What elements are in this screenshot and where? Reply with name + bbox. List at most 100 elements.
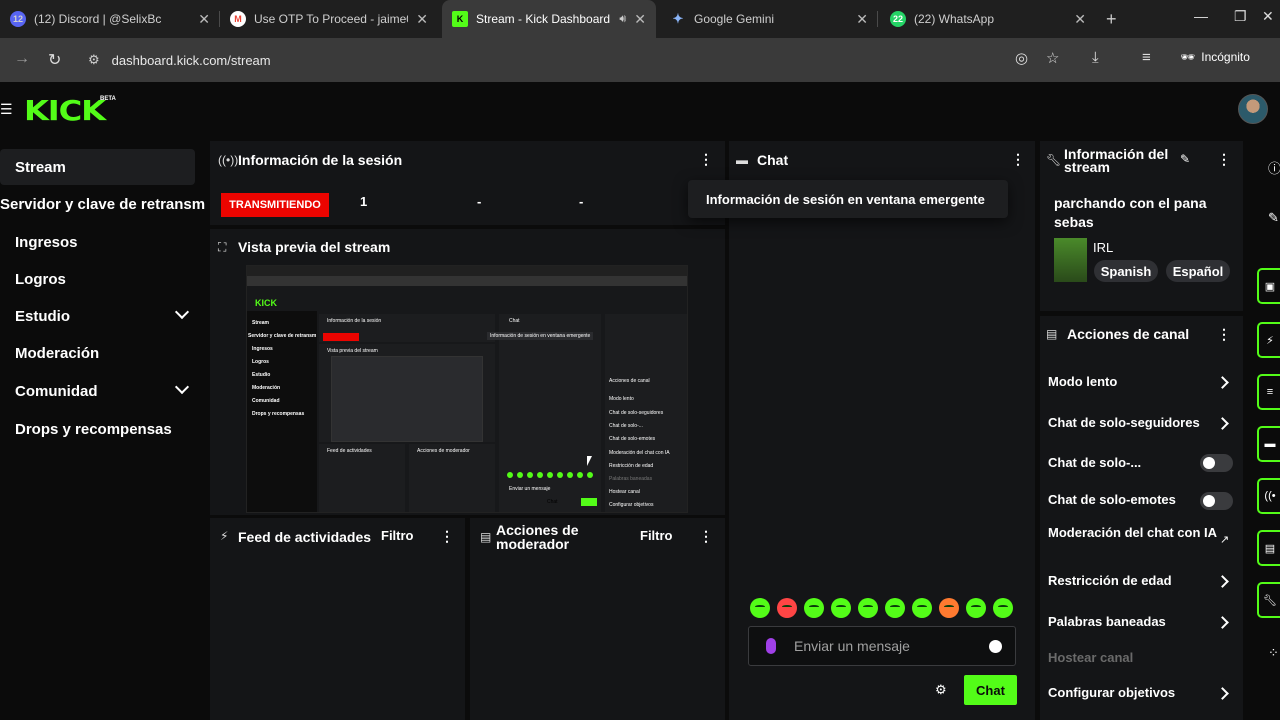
rail-list-icon[interactable]: ≡ [1257, 374, 1280, 410]
sidebar-item-stream[interactable]: Stream [0, 149, 195, 185]
stream-info-menu-icon[interactable]: ⋮ [1217, 151, 1231, 168]
emote-icon[interactable] [831, 598, 851, 618]
external-link-icon[interactable]: ↗ [1220, 533, 1229, 546]
session-menu-icon[interactable]: ⋮ [699, 151, 713, 168]
rail-lightning-icon[interactable]: ⚡︎ [1257, 322, 1280, 358]
close-tab-icon[interactable]: ✕ [1074, 11, 1086, 28]
emotes-only-toggle[interactable] [1200, 492, 1233, 510]
sidebar-item-logros[interactable]: Logros [0, 261, 195, 297]
emote-icon[interactable] [777, 598, 797, 618]
moderator-menu-icon[interactable]: ⋮ [699, 528, 713, 545]
sidebar-item-estudio[interactable]: Estudio [0, 298, 195, 334]
microphone-icon[interactable] [766, 638, 776, 654]
preview-action: Hostear canal [609, 489, 640, 495]
action-ai-moderation[interactable]: Moderación del chat con IA [1048, 526, 1218, 540]
preview-chat-input: Enviar un mensaje [509, 486, 551, 492]
category-name[interactable]: IRL [1093, 240, 1113, 255]
tag-pill[interactable]: Español [1166, 260, 1230, 282]
emote-icon[interactable] [966, 598, 986, 618]
stream-preview-video[interactable]: KICK Stream Servidor y clave de retransm… [246, 265, 688, 513]
preview-emote [587, 472, 593, 478]
action-followers-only[interactable]: Chat de solo-seguidores [1048, 416, 1238, 430]
media-queue-icon[interactable]: ≡ [1142, 49, 1151, 66]
channel-actions-menu-icon[interactable]: ⋮ [1217, 326, 1231, 343]
sidebar-item-ingresos[interactable]: Ingresos [0, 224, 195, 260]
activity-filter-button[interactable]: Filtro [381, 528, 414, 543]
close-tab-icon[interactable]: ✕ [856, 11, 868, 28]
tab-gmail[interactable]: M Use OTP To Proceed - jaime03 ✕ [220, 0, 438, 38]
tab-kick-dashboard[interactable]: K Stream - Kick Dashboard 🔊︎ ✕ [442, 0, 656, 38]
preview-icon: ⛶ [218, 240, 227, 254]
preview-video-title: Vista previa del stream [327, 348, 378, 354]
action-age-restriction[interactable]: Restricción de edad [1048, 574, 1238, 588]
sidebar: Stream Servidor y clave de retransm Ingr… [0, 138, 208, 720]
tab-gemini[interactable]: ✦ Google Gemini ✕ [660, 0, 878, 38]
site-info-icon[interactable]: ⚙ [88, 52, 100, 68]
sidebar-item-moderacion[interactable]: Moderación [0, 335, 195, 371]
eye-off-icon[interactable]: ◎ [1015, 49, 1028, 67]
close-tab-icon[interactable]: ✕ [198, 11, 210, 28]
reload-icon[interactable]: ↻ [48, 50, 61, 70]
emoji-picker-icon[interactable] [989, 640, 1002, 653]
tag-pill[interactable]: Spanish [1094, 260, 1158, 282]
beta-badge: BETA [100, 96, 116, 102]
minimize-icon[interactable]: — [1194, 8, 1208, 24]
subscribers-only-toggle[interactable] [1200, 454, 1233, 472]
sidebar-item-server-key[interactable]: Servidor y clave de retransm [0, 186, 208, 222]
url-field[interactable]: ⚙ dashboard.kick.com/stream [82, 44, 1082, 76]
rail-camera-icon[interactable]: ▣ [1257, 268, 1280, 304]
emote-icon[interactable] [750, 598, 770, 618]
more-icon[interactable]: ⁘ [1268, 645, 1279, 661]
preview-session-title: Información de la sesión [327, 318, 382, 324]
sidebar-item-label: Ingresos [15, 233, 78, 251]
avatar[interactable] [1238, 94, 1268, 124]
rail-wrench-icon[interactable]: 🔧︎ [1257, 582, 1280, 618]
kick-logo[interactable]: KICK [24, 94, 106, 127]
emote-icon[interactable] [993, 598, 1013, 618]
preview-action: Modo lento [609, 396, 634, 402]
chat-menu-icon[interactable]: ⋮ [1011, 151, 1025, 168]
incognito-indicator[interactable]: 🕶︎ Incógnito [1180, 50, 1250, 64]
emote-icon[interactable] [885, 598, 905, 618]
rail-broadcast-icon[interactable]: ((• [1257, 478, 1280, 514]
action-configure-goals[interactable]: Configurar objetivos [1048, 686, 1238, 700]
emote-icon[interactable] [804, 598, 824, 618]
close-tab-icon[interactable]: ✕ [634, 11, 646, 28]
sidebar-item-label: Servidor y clave de retransm [0, 195, 206, 213]
menu-icon[interactable]: ☰ [0, 101, 13, 118]
sidebar-item-drops[interactable]: Drops y recompensas [0, 411, 195, 447]
close-tab-icon[interactable]: ✕ [416, 11, 428, 28]
chat-message-input[interactable] [794, 636, 974, 656]
info-icon[interactable]: ⓘ [1268, 158, 1280, 177]
edit-pencil-icon[interactable]: ✎ [1180, 152, 1190, 166]
new-tab-icon[interactable]: + [1106, 9, 1117, 30]
forward-icon[interactable]: → [14, 50, 30, 68]
download-icon[interactable]: ⤓ [1092, 49, 1099, 66]
kick-icon: K [452, 11, 468, 27]
chat-settings-gear-icon[interactable]: ⚙ [935, 682, 947, 698]
moderator-filter-button[interactable]: Filtro [640, 528, 673, 543]
chat-send-button[interactable]: Chat [964, 675, 1017, 705]
preview-sidebar-item: Stream [252, 320, 269, 326]
whatsapp-icon: 22 [890, 11, 906, 27]
action-banned-words[interactable]: Palabras baneadas [1048, 615, 1238, 629]
rail-chat-icon[interactable]: ▬ [1257, 426, 1280, 462]
sidebar-item-label: Comunidad [15, 382, 98, 400]
emote-icon[interactable] [912, 598, 932, 618]
edit-icon[interactable]: ✎ [1268, 210, 1279, 226]
category-thumbnail[interactable] [1054, 238, 1087, 282]
preview-sidebar-item: Ingresos [252, 346, 273, 352]
action-slow-mode[interactable]: Modo lento [1048, 375, 1238, 389]
tab-whatsapp[interactable]: 22 (22) WhatsApp ✕ [880, 0, 1096, 38]
bookmark-star-icon[interactable]: ☆ [1046, 49, 1059, 67]
rail-moderator-icon[interactable]: ▤ [1257, 530, 1280, 566]
activity-menu-icon[interactable]: ⋮ [440, 528, 454, 545]
sidebar-item-comunidad[interactable]: Comunidad [0, 373, 195, 409]
sidebar-item-label: Stream [15, 158, 66, 176]
restore-icon[interactable]: ❐ [1234, 8, 1247, 25]
emote-icon[interactable] [939, 598, 959, 618]
close-window-icon[interactable]: ✕ [1262, 8, 1274, 25]
emote-icon[interactable] [858, 598, 878, 618]
tab-discord[interactable]: 12 (12) Discord | @SelixBc ✕ [0, 0, 220, 38]
speaker-icon[interactable]: 🔊︎ [619, 13, 626, 26]
